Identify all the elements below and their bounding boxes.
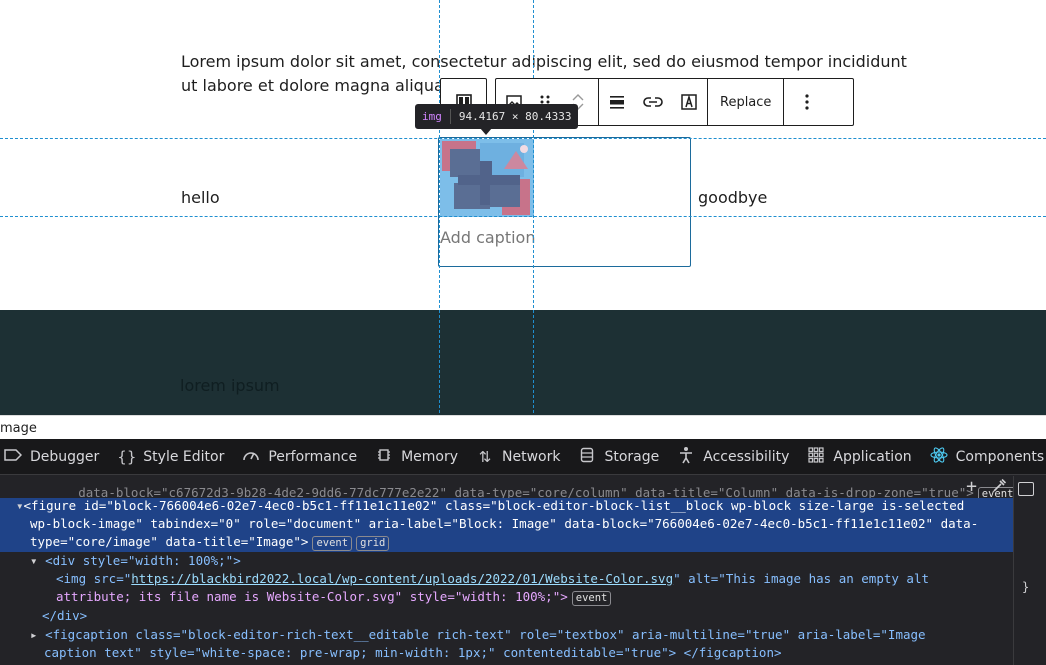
tab-components[interactable]: Components xyxy=(921,439,1046,474)
tab-performance[interactable]: Performance xyxy=(233,439,366,474)
devtools-tabbar: Debugger {} Style Editor Performance Mem… xyxy=(0,439,1046,475)
code-line-figure-2[interactable]: wp-block-image" tabindex="0" role="docum… xyxy=(30,515,978,533)
grid-badge[interactable]: grid xyxy=(356,536,390,551)
guide-line-top xyxy=(0,138,1046,139)
dark-group-block[interactable] xyxy=(0,310,1046,415)
more-options-icon[interactable] xyxy=(784,79,830,125)
storage-icon xyxy=(578,447,596,467)
toolbar-group-more xyxy=(784,79,830,125)
figure-attrs: id="block-766004e6-02e7-4ec0-b5c1-ff11e1… xyxy=(76,498,965,513)
figcaption-tag: <figcaption class="block-editor-rich-tex… xyxy=(45,627,926,642)
tab-label: Debugger xyxy=(30,448,100,465)
collapse-triangle-icon[interactable]: ▾ xyxy=(30,553,45,568)
replace-button[interactable]: Replace xyxy=(708,79,783,125)
collapse-triangle-icon[interactable]: ▾ xyxy=(16,498,24,513)
align-icon[interactable] xyxy=(599,79,635,125)
sidebar-brace: } xyxy=(1022,580,1030,594)
tooltip-arrow xyxy=(480,128,492,135)
inspector-tooltip: img 94.4167 × 80.4333 xyxy=(415,104,579,129)
tab-label: Style Editor xyxy=(143,448,225,465)
accessibility-icon xyxy=(677,446,695,468)
link-icon[interactable] xyxy=(635,79,671,125)
tooltip-divider xyxy=(449,109,451,124)
expand-triangle-icon[interactable]: ▸ xyxy=(30,627,45,642)
website-color-image xyxy=(440,139,534,217)
img-tag: <img src=" xyxy=(56,571,132,586)
network-icon: ⇅ xyxy=(478,447,492,466)
toolbar-group-format xyxy=(599,79,708,125)
text-overlay-icon[interactable] xyxy=(671,79,707,125)
sidebar-toggle-icon[interactable] xyxy=(1018,482,1034,496)
code-line-img[interactable]: <img src="https://blackbird2022.local/wp… xyxy=(56,570,929,588)
code-line-figcaption[interactable]: ▸ <figcaption class="block-editor-rich-t… xyxy=(30,626,926,644)
code-line-figure-3[interactable]: type="core/image" data-title="Image"> eve… xyxy=(30,533,390,551)
caption-input[interactable]: Add caption xyxy=(440,228,535,247)
markup-tools: + xyxy=(966,478,1007,498)
tab-label: Storage xyxy=(604,448,660,465)
div-tag: <div style="width: 100%;"> xyxy=(45,553,241,568)
tab-storage[interactable]: Storage xyxy=(569,439,668,474)
breadcrumb-item[interactable]: mage xyxy=(0,421,37,436)
guide-line-bottom xyxy=(0,216,1046,217)
img-attrs: attribute; its file name is Website-Colo… xyxy=(56,589,568,604)
tab-accessibility[interactable]: Accessibility xyxy=(668,439,798,474)
eyedropper-icon[interactable] xyxy=(991,478,1007,498)
tab-memory[interactable]: Memory xyxy=(366,439,467,474)
guide-line-right xyxy=(533,0,534,438)
screen: Lorem ipsum dolor sit amet, consectetur … xyxy=(0,0,1046,665)
tab-label: Network xyxy=(502,448,561,465)
move-up-icon[interactable] xyxy=(571,92,585,102)
figure-attrs: type="core/image" data-title="Image"> xyxy=(30,534,309,549)
code-line-div[interactable]: ▾ <div style="width: 100%;"> xyxy=(30,552,241,570)
tooltip-dimensions: 94.4167 × 80.4333 xyxy=(458,110,572,123)
image-content[interactable] xyxy=(440,139,534,217)
block-breadcrumb: mage xyxy=(0,415,1046,439)
tab-network[interactable]: ⇅ Network xyxy=(467,439,569,474)
react-icon xyxy=(930,446,948,468)
performance-icon xyxy=(242,447,260,467)
figcaption-tag: caption text" style="white-space: pre-wr… xyxy=(44,645,782,660)
figure-tag: <figure xyxy=(23,498,77,513)
code-line-img-2[interactable]: attribute; its file name is Website-Colo… xyxy=(56,588,612,606)
code-line-div-close[interactable]: </div> xyxy=(42,607,87,625)
img-src-link[interactable]: https://blackbird2022.local/wp-content/u… xyxy=(131,571,673,586)
rules-sidebar: } xyxy=(1013,476,1046,665)
add-node-icon[interactable]: + xyxy=(966,478,977,498)
tab-label: Accessibility xyxy=(703,448,790,465)
tab-style-editor[interactable]: {} Style Editor xyxy=(108,439,233,474)
markup-view: data-block="c67672d3-9b28-4de2-9dd6-77dc… xyxy=(0,476,1013,665)
tab-label: Application xyxy=(833,448,912,465)
tab-label: Performance xyxy=(268,448,358,465)
figure-attrs: wp-block-image" tabindex="0" role="docum… xyxy=(30,516,979,531)
img-attrs: " alt="This image has an empty alt xyxy=(673,571,929,586)
dark-group-text[interactable]: lorem ipsum xyxy=(180,376,280,395)
tab-label: Components xyxy=(955,448,1045,465)
tab-label: Memory xyxy=(401,448,458,465)
tooltip-tag: img xyxy=(422,110,442,123)
code-line-figcaption-2[interactable]: caption text" style="white-space: pre-wr… xyxy=(44,644,782,662)
tab-application[interactable]: Application xyxy=(798,439,920,474)
event-badge[interactable]: event xyxy=(312,536,353,551)
guide-line-left xyxy=(439,0,440,438)
code-line-figure[interactable]: ▾<figure id="block-766004e6-02e7-4ec0-b5… xyxy=(16,497,964,515)
memory-icon xyxy=(375,447,393,467)
div-close-tag: </div> xyxy=(42,608,88,623)
application-icon xyxy=(807,446,825,467)
toolbar-group-replace: Replace xyxy=(708,79,785,125)
editor-canvas: Lorem ipsum dolor sit amet, consectetur … xyxy=(0,0,1046,415)
devtools-panel: Debugger {} Style Editor Performance Mem… xyxy=(0,439,1046,665)
column-right-text[interactable]: goodbye xyxy=(698,188,767,207)
column-left-text[interactable]: hello xyxy=(181,188,220,207)
tab-debugger[interactable]: Debugger xyxy=(0,439,108,474)
event-badge[interactable]: event xyxy=(571,591,612,606)
debugger-icon xyxy=(4,448,23,466)
style-editor-icon: {} xyxy=(117,447,137,466)
